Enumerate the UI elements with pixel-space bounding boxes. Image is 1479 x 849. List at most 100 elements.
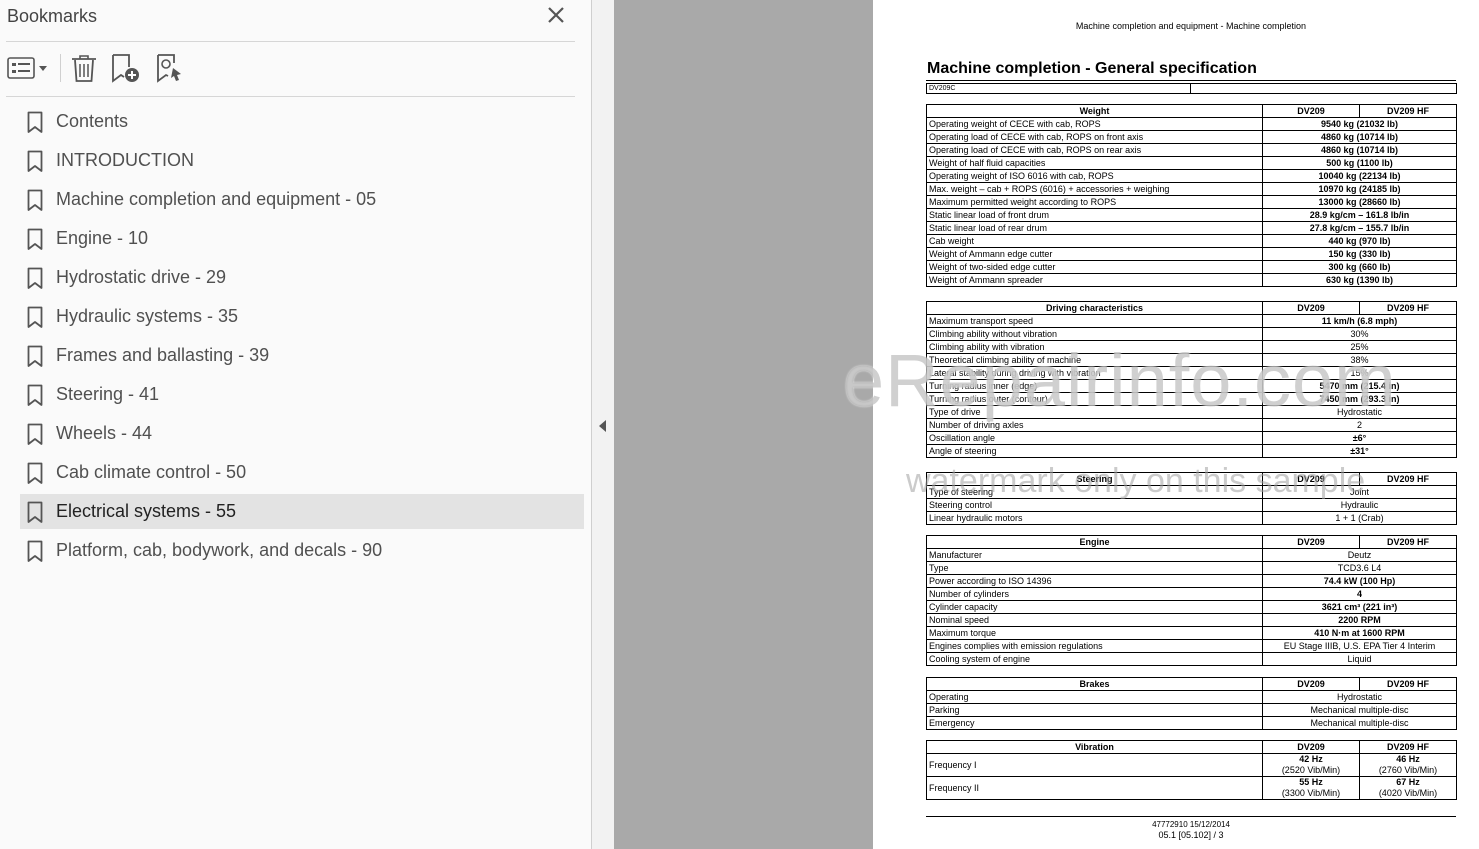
bookmark-item[interactable]: Machine completion and equipment - 05	[20, 182, 584, 217]
bookmark-item[interactable]: Hydraulic systems - 35	[20, 299, 584, 334]
spec-value: Deutz	[1262, 548, 1457, 562]
spec-value: 30%	[1262, 327, 1457, 341]
spec-value: 2	[1262, 418, 1457, 432]
table-row: Linear hydraulic motors 1 + 1 (Crab)	[926, 511, 1457, 525]
column-header-dv209: DV209	[1262, 740, 1360, 754]
add-bookmark-button[interactable]	[109, 52, 141, 84]
spec-label: Type of steering	[926, 485, 1263, 499]
bookmark-item[interactable]: Contents	[20, 104, 584, 139]
table-header-row: Steering DV209 DV209 HF	[926, 472, 1457, 486]
bookmark-item[interactable]: Electrical systems - 55	[20, 494, 584, 529]
section-heading: Engine	[926, 535, 1263, 549]
page-header: Machine completion and equipment - Machi…	[1075, 21, 1307, 31]
spec-value: ±31°	[1262, 444, 1457, 458]
table-row: Weight of Ammann edge cutter 150 kg (330 …	[926, 247, 1457, 261]
table-row: Angle of steering ±31°	[926, 444, 1457, 458]
bookmark-icon	[27, 540, 43, 562]
table-row: Lateral stability during driving with vi…	[926, 366, 1457, 380]
delete-bookmark-button[interactable]	[69, 52, 99, 84]
spec-label: Cylinder capacity	[926, 600, 1263, 614]
bookmark-item[interactable]: Engine - 10	[20, 221, 584, 256]
table-row: Operating load of CECE with cab, ROPS on…	[926, 130, 1457, 144]
spec-label: Climbing ability with vibration	[926, 340, 1263, 354]
bookmark-item[interactable]: Wheels - 44	[20, 416, 584, 451]
frequency-hz: 55 Hz	[1299, 777, 1323, 788]
table-row: Manufacturer Deutz	[926, 548, 1457, 562]
weight-table: Weight DV209 DV209 HF Operating weight of C…	[926, 104, 1457, 287]
steering-table: Steering DV209 DV209 HF Type of steering Joi…	[926, 472, 1457, 525]
table-header-row: Vibration DV209 DV209 HF	[926, 740, 1457, 754]
bookmark-item[interactable]: Frames and ballasting - 39	[20, 338, 584, 373]
spec-label: Theoretical climbing ability of machine	[926, 353, 1263, 367]
spec-label: Maximum transport speed	[926, 314, 1263, 328]
table-row: Type TCD3.6 L4	[926, 561, 1457, 575]
table-row: Weight of half fluid capacities 500 kg (1…	[926, 156, 1457, 170]
spec-value: 440 kg (970 lb)	[1262, 234, 1457, 248]
table-row: Operating weight of ISO 6016 with cab, R…	[926, 169, 1457, 183]
section-heading: Steering	[926, 472, 1263, 486]
spec-value: 42 Hz (2520 Vib/Min)	[1262, 753, 1360, 777]
spec-value: 13000 kg (28660 lb)	[1262, 195, 1457, 209]
column-header-dv209: DV209	[1262, 301, 1360, 315]
options-menu-button[interactable]	[6, 52, 50, 84]
footer-doc-id: 47772910 15/12/2014	[1152, 820, 1230, 829]
spec-value: 11 km/h (6.8 mph)	[1262, 314, 1457, 328]
bookmark-item[interactable]: Hydrostatic drive - 29	[20, 260, 584, 295]
close-panel-button[interactable]	[544, 3, 568, 27]
table-row: Frequency I 42 Hz (2520 Vib/Min) 46 Hz (2760…	[926, 753, 1457, 777]
table-row: Cab weight 440 kg (970 lb)	[926, 234, 1457, 248]
table-row: Cooling system of engine Liquid	[926, 652, 1457, 666]
spec-label: Static linear load of rear drum	[926, 221, 1263, 235]
table-row: Max. weight – cab + ROPS (6016) + access…	[926, 182, 1457, 196]
spec-label: Weight of Ammann spreader	[926, 273, 1263, 287]
bookmark-label: INTRODUCTION	[56, 150, 194, 170]
spec-value: 410 N·m at 1600 RPM	[1262, 626, 1457, 640]
bookmark-icon	[27, 150, 43, 172]
spec-value: 4860 kg (10714 lb)	[1262, 130, 1457, 144]
collapse-panel-button[interactable]	[597, 418, 609, 434]
section-heading: Vibration	[926, 740, 1263, 754]
spec-value: Mechanical multiple-disc	[1262, 716, 1457, 730]
table-row: Number of driving axles 2	[926, 418, 1457, 432]
bookmark-item[interactable]: INTRODUCTION	[20, 143, 584, 178]
spec-value: 5470 mm (215.4 in)	[1262, 379, 1457, 393]
spec-label: Type of drive	[926, 405, 1263, 419]
table-row: Parking Mechanical multiple-disc	[926, 703, 1457, 717]
table-header-row: Driving characteristics DV209 DV209 HF	[926, 301, 1457, 315]
bookmark-item[interactable]: Steering - 41	[20, 377, 584, 412]
table-row: Operating load of CECE with cab, ROPS on…	[926, 143, 1457, 157]
spec-value: 2200 RPM	[1262, 613, 1457, 627]
spec-value: 46 Hz (2760 Vib/Min)	[1359, 753, 1457, 777]
bookmark-label: Hydrostatic drive - 29	[56, 267, 227, 287]
find-bookmark-button[interactable]	[155, 52, 185, 84]
column-header-dv209-hf: DV209 HF	[1359, 301, 1457, 315]
spec-value: 3621 cm³ (221 in³)	[1262, 600, 1457, 614]
spec-value: Hydraulic	[1262, 498, 1457, 512]
bookmark-item[interactable]: Cab climate control - 50	[20, 455, 584, 490]
model-code: DV209C	[929, 85, 956, 92]
table-row: Maximum transport speed 11 km/h (6.8 mph)	[926, 314, 1457, 328]
spec-value: 28.9 kg/cm – 161.8 lb/in	[1262, 208, 1457, 222]
bookmark-icon	[27, 384, 43, 406]
toolbar-separator	[60, 54, 61, 82]
spec-label: Frequency II	[926, 776, 1263, 800]
spec-value: 300 kg (660 lb)	[1262, 260, 1457, 274]
spec-label: Weight of two-sided edge cutter	[926, 260, 1263, 274]
spec-value: 10970 kg (24185 lb)	[1262, 182, 1457, 196]
spec-label: Emergency	[926, 716, 1263, 730]
spec-value: 4	[1262, 587, 1457, 601]
spec-label: Manufacturer	[926, 548, 1263, 562]
frequency-vib: (2520 Vib/Min)	[1281, 765, 1341, 775]
bookmark-label: Contents	[56, 111, 129, 131]
table-row: Climbing ability with vibration 25%	[926, 340, 1457, 354]
spec-label: Weight of Ammann edge cutter	[926, 247, 1263, 261]
spec-label: Steering control	[926, 498, 1263, 512]
bookmark-item[interactable]: Platform, cab, bodywork, and decals - 90	[20, 533, 584, 568]
bookmark-label: Wheels - 44	[56, 423, 153, 443]
column-header-dv209-hf: DV209 HF	[1359, 472, 1457, 486]
spec-value: Hydrostatic	[1262, 405, 1457, 419]
find-bookmark-icon	[157, 54, 181, 83]
bookmark-icon	[27, 501, 43, 523]
spec-label: Static linear load of front drum	[926, 208, 1263, 222]
spec-value: 500 kg (1100 lb)	[1262, 156, 1457, 170]
